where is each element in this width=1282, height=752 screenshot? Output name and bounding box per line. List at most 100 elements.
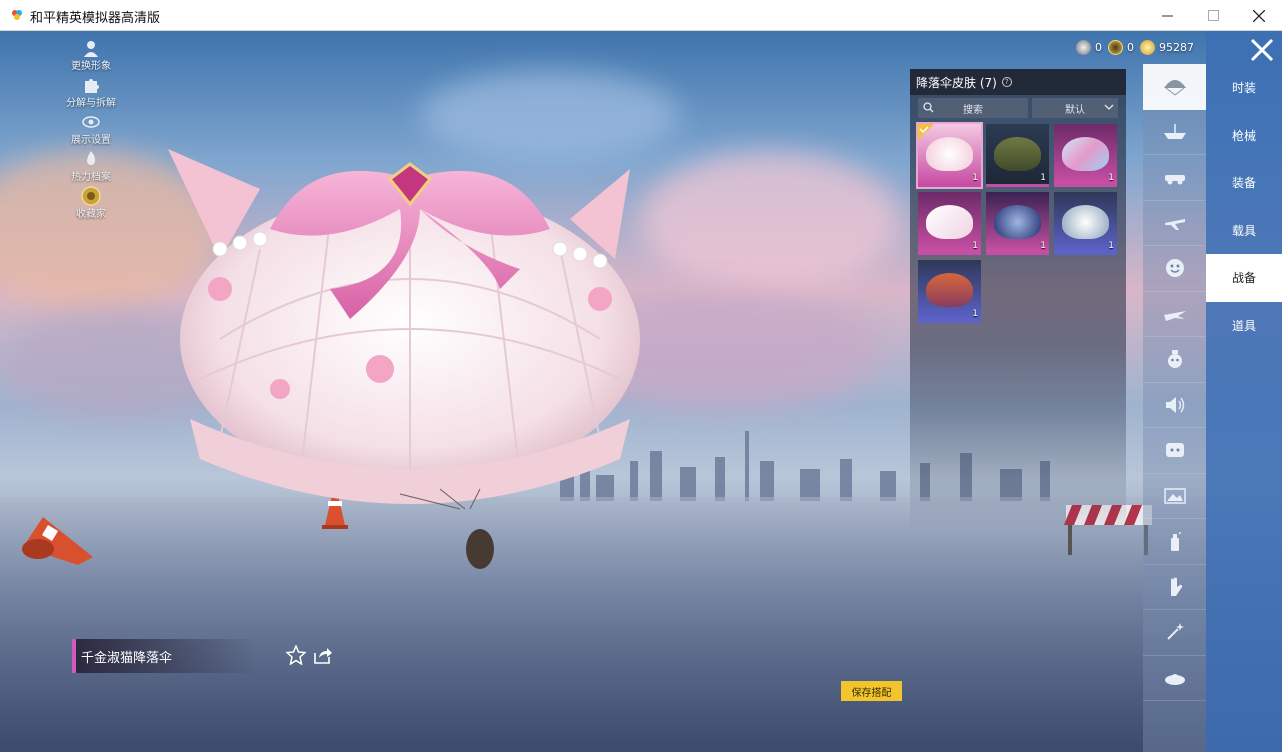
tab-fashion[interactable]: 时装	[1206, 64, 1282, 112]
category-parachute[interactable]	[1143, 64, 1206, 110]
pet-icon	[1167, 350, 1182, 369]
currency-value: 0	[1095, 41, 1102, 54]
cloud	[640, 151, 900, 291]
save-outfit-button[interactable]: 保存搭配	[841, 681, 902, 701]
window-title: 和平精英模拟器高清版	[30, 11, 161, 26]
category-photo[interactable]	[1143, 474, 1206, 519]
currency-silver[interactable]: 0	[1076, 40, 1102, 55]
sort-dropdown[interactable]: 默认	[1032, 98, 1118, 118]
help-icon[interactable]: ?	[1001, 77, 1012, 87]
category-vehicle[interactable]	[1143, 155, 1206, 201]
category-pet[interactable]	[1143, 337, 1206, 383]
skin-item[interactable]: 1	[1054, 192, 1117, 255]
side-item-display-settings[interactable]: 展示设置	[58, 112, 124, 149]
currency-value: 95287	[1159, 41, 1194, 54]
spray-icon	[1170, 532, 1181, 552]
skin-item[interactable]: 1	[986, 192, 1049, 255]
minimize-button[interactable]	[1144, 0, 1190, 31]
parachute-preview[interactable]	[160, 139, 660, 589]
share-icon[interactable]	[312, 645, 332, 665]
chute-thumbnail	[926, 205, 973, 239]
skin-item[interactable]: 1	[918, 260, 981, 323]
traffic-cone-icon	[22, 517, 93, 565]
currency-bar: 0 0 95287	[1076, 40, 1194, 55]
item-name-bar: 千金淑猫降落伞	[72, 639, 258, 673]
chute-thumbnail	[926, 137, 973, 171]
gold-coin-icon	[1140, 40, 1155, 55]
search-icon	[923, 102, 934, 113]
item-quantity: 1	[972, 309, 978, 319]
chevron-down-icon	[1104, 104, 1114, 110]
panel-title: 降落伞皮肤 (7)	[916, 75, 997, 90]
maximize-icon	[1207, 10, 1219, 21]
category-badge[interactable]	[1143, 428, 1206, 474]
chute-thumbnail	[994, 205, 1041, 239]
category-spray[interactable]	[1143, 519, 1206, 565]
currency-value: 0	[1127, 41, 1134, 54]
check-icon	[918, 124, 934, 140]
side-item-collector[interactable]: 收藏家	[58, 186, 124, 223]
category-airplane[interactable]	[1143, 201, 1206, 246]
boat-icon	[1163, 123, 1186, 139]
skin-item[interactable]: 1	[986, 124, 1049, 187]
category-grenade[interactable]	[1143, 656, 1206, 701]
item-quantity: 1	[972, 241, 978, 251]
close-icon[interactable]	[1248, 36, 1276, 64]
category-speaker[interactable]	[1143, 383, 1206, 428]
maximize-button[interactable]	[1190, 0, 1236, 31]
category-gesture[interactable]	[1143, 565, 1206, 610]
grenade-icon	[1164, 673, 1185, 685]
category-boat[interactable]	[1143, 110, 1206, 155]
currency-gold[interactable]: 95287	[1140, 40, 1194, 55]
category-emote[interactable]	[1143, 246, 1206, 292]
side-item-label: 更换形象	[71, 61, 111, 72]
person-icon	[81, 38, 101, 58]
side-item-change-appearance[interactable]: 更换形象	[58, 38, 124, 75]
skin-item[interactable]: 1	[918, 192, 981, 255]
panel-toolbar: 搜索 默认	[910, 95, 1126, 121]
tab-items[interactable]: 道具	[1206, 302, 1282, 350]
sparkle-icon	[1166, 623, 1184, 640]
chute-thumbnail	[926, 273, 973, 307]
close-window-button[interactable]	[1236, 0, 1282, 31]
skin-item[interactable]: 1	[1054, 124, 1117, 187]
emote-icon	[1165, 259, 1184, 278]
side-item-decompose[interactable]: 分解与拆解	[58, 75, 124, 112]
category-rail	[1143, 64, 1206, 752]
tab-vehicles[interactable]: 载具	[1206, 207, 1282, 255]
search-input[interactable]: 搜索	[918, 98, 1028, 118]
side-item-heat-profile[interactable]: 热力档案	[58, 149, 124, 186]
collector-badge-icon	[81, 186, 101, 206]
tab-combat-gear[interactable]: 战备	[1206, 254, 1282, 302]
side-item-label: 分解与拆解	[66, 98, 116, 109]
chute-thumbnail	[994, 137, 1041, 171]
search-label: 搜索	[963, 104, 983, 116]
token-icon	[1108, 40, 1123, 55]
app-logo-icon	[12, 10, 22, 20]
side-item-label: 收藏家	[76, 209, 106, 220]
close-icon	[1253, 9, 1265, 22]
skin-item[interactable]: 1	[916, 122, 983, 189]
item-name: 千金淑猫降落伞	[81, 650, 173, 666]
main-tab-rail: 时装 枪械 装备 载具 战备 道具	[1206, 31, 1282, 752]
favorite-star-icon[interactable]	[286, 645, 306, 665]
panel-header: 降落伞皮肤 (7) ?	[910, 69, 1126, 95]
silver-coin-icon	[1076, 40, 1091, 55]
tab-equipment[interactable]: 装备	[1206, 159, 1282, 207]
item-quantity: 1	[1108, 173, 1114, 183]
side-item-label: 展示设置	[71, 135, 111, 146]
item-actions	[286, 645, 332, 665]
vehicle-icon	[1164, 175, 1185, 185]
currency-token[interactable]: 0	[1108, 40, 1134, 55]
side-item-label: 热力档案	[71, 172, 111, 183]
category-glider[interactable]	[1143, 292, 1206, 337]
item-quantity: 1	[1040, 241, 1046, 251]
badge-icon	[1165, 443, 1184, 458]
speaker-icon	[1165, 396, 1184, 413]
window-titlebar: 和平精英模拟器高清版	[0, 0, 1282, 31]
category-sparkle[interactable]	[1143, 610, 1206, 656]
eye-icon	[81, 112, 101, 132]
tab-firearms[interactable]: 枪械	[1206, 112, 1282, 160]
side-menu: 更换形象 分解与拆解 展示设置 热力档案 收藏家	[58, 38, 124, 223]
chute-thumbnail	[1062, 205, 1109, 239]
